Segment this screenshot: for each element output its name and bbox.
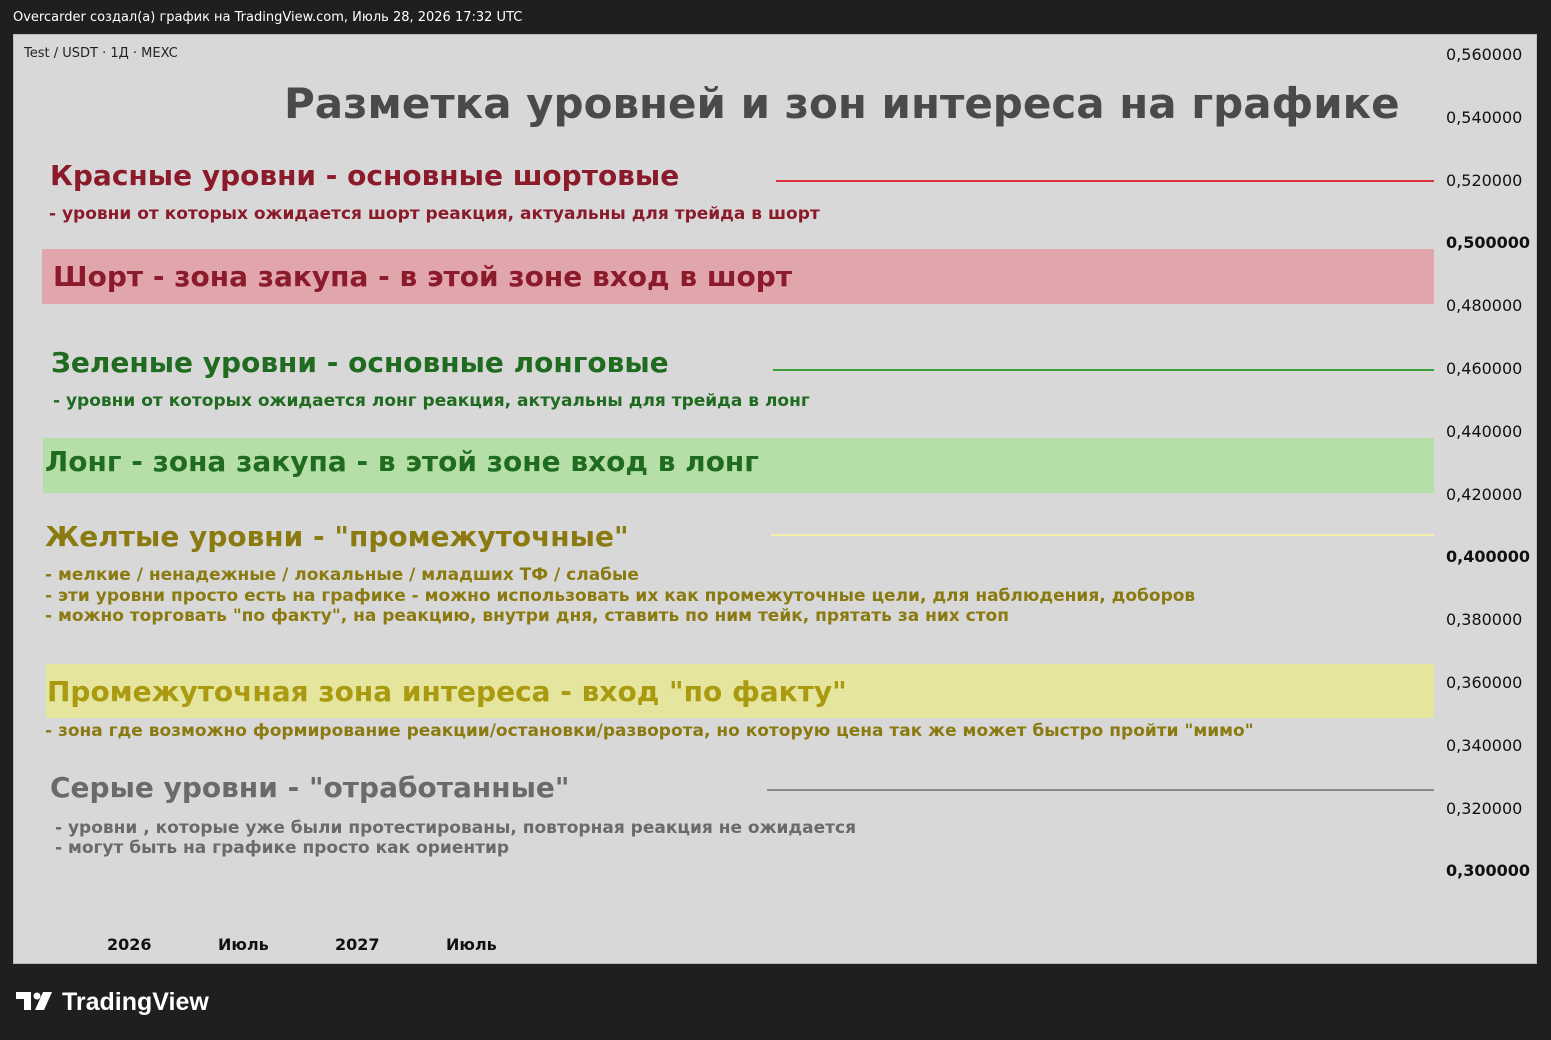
long-entry-zone[interactable]: Лонг - зона закупа - в этой зоне вход в … [43,438,1434,493]
red-level-line[interactable] [776,180,1434,182]
time-axis-tick: 2027 [335,935,380,954]
price-axis-tick: 0,440000 [1446,421,1523,441]
symbol-legend[interactable]: Test / USDT · 1Д · MEXC [24,46,178,61]
yellow-levels-heading: Желтые уровни - "промежуточные" [45,520,629,553]
green-level-line[interactable] [773,369,1434,371]
gray-level-line[interactable] [767,789,1434,791]
time-axis-tick: 2026 [107,935,152,954]
green-levels-heading: Зеленые уровни - основные лонговые [51,346,669,379]
price-axis-tick: 0,500000 [1446,233,1531,253]
red-levels-description: - уровни от которых ожидается шорт реакц… [49,204,820,224]
price-axis-tick: 0,520000 [1446,170,1523,190]
intermediate-zone-description: - зона где возможно формирование реакции… [45,721,1254,741]
yellow-levels-description-line: - эти уровни просто есть на графике - мо… [45,586,1196,606]
chart-caption: Overcarder создал(а) график на TradingVi… [13,10,523,25]
price-axis-tick: 0,560000 [1446,45,1523,64]
price-axis-tick: 0,460000 [1446,359,1523,378]
tradingview-brand-name: TradingView [62,988,209,1016]
long-zone-label: Лонг - зона закупа - в этой зоне вход в … [45,445,759,478]
intermediate-zone-label: Промежуточная зона интереса - вход "по ф… [47,675,847,708]
chart-area[interactable]: Test / USDT · 1Д · MEXC Разметка уровней… [13,34,1537,964]
yellow-levels-description-line: - можно торговать "по факту", на реакцию… [45,606,1009,626]
short-zone-label: Шорт - зона закупа - в этой зоне вход в … [53,260,793,293]
intermediate-interest-zone[interactable]: Промежуточная зона интереса - вход "по ф… [46,664,1434,718]
price-axis-tick: 0,320000 [1446,798,1523,818]
price-axis-tick: 0,540000 [1446,107,1523,127]
tradingview-brand[interactable]: TradingView [16,988,209,1017]
price-axis[interactable]: 0,560000 0,540000 0,520000 0,500000 0,480000… [1434,35,1536,963]
chart-main-title: Разметка уровней и зон интереса на графи… [284,79,1400,128]
price-axis-tick: 0,340000 [1446,735,1523,755]
price-axis-tick: 0,360000 [1446,673,1523,692]
gray-levels-description-line: - могут быть на графике просто как ориен… [55,838,510,858]
price-axis-tick: 0,300000 [1446,861,1531,881]
time-axis-tick: Июль [446,935,497,954]
gray-levels-description-line: - уровни , которые уже были протестирова… [55,818,856,838]
price-axis-tick: 0,400000 [1446,547,1531,567]
price-axis-tick: 0,480000 [1446,296,1523,316]
green-levels-description: - уровни от которых ожидается лонг реакц… [53,391,810,411]
gray-levels-heading: Серые уровни - "отработанные" [50,771,570,804]
price-axis-tick: 0,380000 [1446,610,1523,630]
price-axis-tick: 0,420000 [1446,484,1523,504]
yellow-level-line[interactable] [771,534,1434,536]
tradingview-logo-icon [16,990,54,1016]
short-entry-zone[interactable]: Шорт - зона закупа - в этой зоне вход в … [42,249,1434,304]
yellow-levels-description-line: - мелкие / ненадежные / локальные / млад… [45,565,639,585]
red-levels-heading: Красные уровни - основные шортовые [50,159,680,192]
time-axis-tick: Июль [218,935,269,954]
